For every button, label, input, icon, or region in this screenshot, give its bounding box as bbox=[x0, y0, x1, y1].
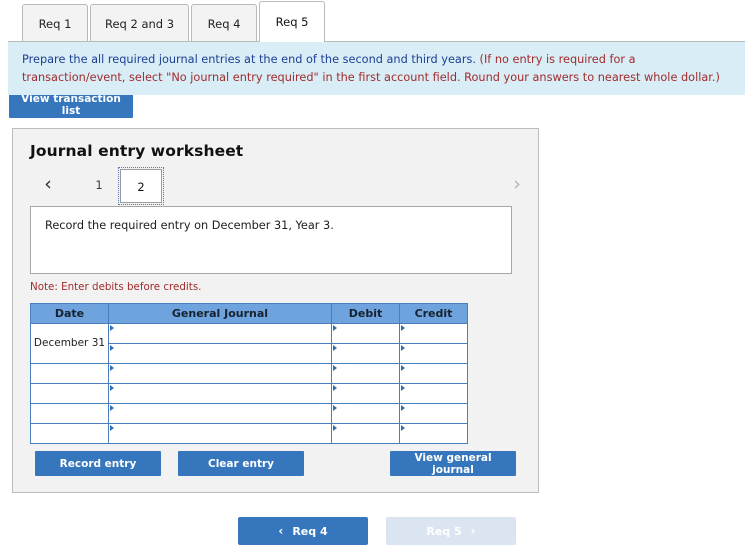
clear-entry-button[interactable]: Clear entry bbox=[178, 451, 304, 476]
credit-input[interactable] bbox=[400, 324, 467, 343]
table-row bbox=[30, 423, 468, 444]
chevron-left-icon[interactable]: ‹ bbox=[37, 171, 59, 197]
journal-entry-table: Date General Journal Debit Credit Decemb… bbox=[30, 303, 468, 444]
date-cell bbox=[30, 423, 109, 444]
tab-label: Req 5 bbox=[275, 15, 309, 29]
date-cell: December 31 bbox=[30, 323, 109, 364]
table-row: December 31 bbox=[30, 323, 468, 364]
credit-input[interactable] bbox=[400, 404, 467, 423]
debit-cell[interactable] bbox=[331, 343, 400, 364]
entry-prompt-text: Record the required entry on December 31… bbox=[45, 219, 334, 232]
tab-label: Req 2 and 3 bbox=[105, 16, 175, 31]
tab-req-2-and-3[interactable]: Req 2 and 3 bbox=[90, 4, 190, 42]
debit-cell[interactable] bbox=[331, 423, 400, 444]
tab-strip: Req 1 Req 2 and 3 Req 4 Req 5 bbox=[0, 0, 754, 42]
record-entry-button[interactable]: Record entry bbox=[35, 451, 161, 476]
pager-page-1[interactable]: 1 bbox=[78, 169, 120, 201]
column-header-date: Date bbox=[30, 303, 109, 324]
tab-req-1[interactable]: Req 1 bbox=[22, 4, 88, 42]
credit-cell[interactable] bbox=[399, 383, 468, 404]
general-journal-input[interactable] bbox=[109, 324, 331, 343]
next-requirement-label: Req 5 bbox=[426, 524, 462, 538]
credit-input[interactable] bbox=[400, 364, 467, 383]
tab-req-5[interactable]: Req 5 bbox=[259, 1, 326, 42]
pager-page-2[interactable]: 2 bbox=[118, 167, 164, 205]
credit-input[interactable] bbox=[400, 384, 467, 403]
column-header-general-journal: General Journal bbox=[108, 303, 332, 324]
view-general-journal-button[interactable]: View general journal bbox=[390, 451, 516, 476]
column-header-debit: Debit bbox=[331, 303, 400, 324]
general-journal-input[interactable] bbox=[109, 344, 331, 363]
credit-cell[interactable] bbox=[399, 343, 468, 364]
bottom-navigation: ‹ Req 4 Req 5 › bbox=[0, 517, 754, 547]
view-transaction-list-button[interactable]: View transaction list bbox=[9, 92, 133, 118]
chevron-right-icon[interactable]: › bbox=[506, 171, 528, 197]
general-journal-cell[interactable] bbox=[108, 403, 332, 424]
page-title: Journal entry worksheet bbox=[30, 142, 244, 160]
instruction-banner: Prepare the all required journal entries… bbox=[8, 41, 745, 95]
table-row bbox=[30, 403, 468, 424]
date-cell bbox=[30, 363, 109, 384]
debit-input[interactable] bbox=[332, 384, 399, 403]
credit-cell[interactable] bbox=[399, 363, 468, 384]
tab-label: Req 1 bbox=[38, 16, 72, 31]
general-journal-cell[interactable] bbox=[108, 383, 332, 404]
general-journal-cell[interactable] bbox=[108, 343, 332, 364]
tab-label: Req 4 bbox=[207, 16, 241, 31]
prev-requirement-label: Req 4 bbox=[292, 524, 328, 538]
date-cell bbox=[30, 403, 109, 424]
worksheet-pager: ‹ 1 2 › bbox=[25, 167, 528, 205]
general-journal-cell[interactable] bbox=[108, 423, 332, 444]
credit-cell[interactable] bbox=[399, 423, 468, 444]
journal-entry-worksheet-panel: Journal entry worksheet ‹ 1 2 › Record t… bbox=[12, 128, 539, 493]
next-requirement-button: Req 5 › bbox=[386, 517, 516, 545]
debit-cell[interactable] bbox=[331, 363, 400, 384]
entry-prompt-box: Record the required entry on December 31… bbox=[30, 206, 512, 274]
general-journal-cell[interactable] bbox=[108, 363, 332, 384]
credit-cell[interactable] bbox=[399, 403, 468, 424]
general-journal-cell[interactable] bbox=[108, 323, 332, 344]
prev-requirement-button[interactable]: ‹ Req 4 bbox=[238, 517, 368, 545]
column-header-credit: Credit bbox=[399, 303, 468, 324]
general-journal-input[interactable] bbox=[109, 364, 331, 383]
chevron-right-icon: › bbox=[470, 524, 476, 538]
table-header-row: Date General Journal Debit Credit bbox=[30, 303, 468, 324]
table-row bbox=[30, 363, 468, 384]
chevron-left-icon: ‹ bbox=[278, 524, 284, 538]
table-row bbox=[30, 383, 468, 404]
debit-cell[interactable] bbox=[331, 383, 400, 404]
general-journal-input[interactable] bbox=[109, 384, 331, 403]
date-cell bbox=[30, 383, 109, 404]
debit-input[interactable] bbox=[332, 424, 399, 443]
debit-input[interactable] bbox=[332, 364, 399, 383]
debits-before-credits-note: Note: Enter debits before credits. bbox=[30, 281, 202, 293]
instruction-lead: Prepare the all required journal entries… bbox=[22, 53, 476, 66]
debit-input[interactable] bbox=[332, 404, 399, 423]
debit-input[interactable] bbox=[332, 344, 399, 363]
general-journal-input[interactable] bbox=[109, 404, 331, 423]
credit-cell[interactable] bbox=[399, 323, 468, 344]
tab-req-4[interactable]: Req 4 bbox=[191, 4, 258, 42]
general-journal-input[interactable] bbox=[109, 424, 331, 443]
debit-input[interactable] bbox=[332, 324, 399, 343]
credit-input[interactable] bbox=[400, 344, 467, 363]
debit-cell[interactable] bbox=[331, 403, 400, 424]
credit-input[interactable] bbox=[400, 424, 467, 443]
debit-cell[interactable] bbox=[331, 323, 400, 344]
